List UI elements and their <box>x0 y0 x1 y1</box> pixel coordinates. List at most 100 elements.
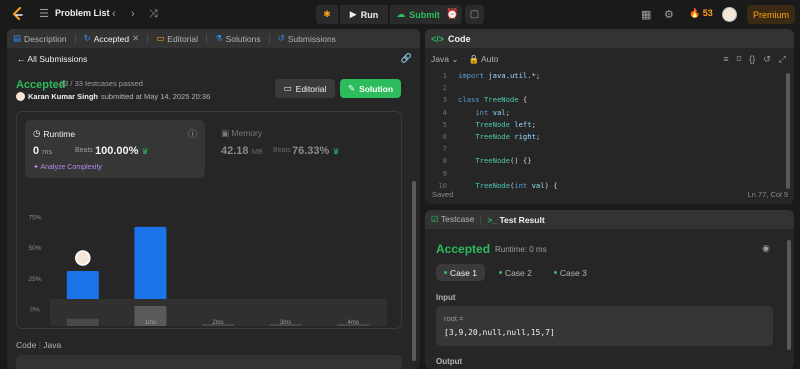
tab-testcase[interactable]: ☑ Testcase <box>431 214 474 225</box>
tab-accepted[interactable]: ↻ Accepted ✕ <box>84 33 140 44</box>
language-select[interactable]: Java ⌄ <box>431 54 458 65</box>
cursor-position: Ln 77, Col 9 <box>747 190 788 199</box>
debug-button[interactable]: ✱ <box>316 5 338 24</box>
avatar[interactable] <box>16 92 25 101</box>
code-section-label: Code | Java <box>16 340 61 350</box>
tab-label: Testcase <box>440 214 475 224</box>
user-avatar-marker <box>75 250 91 266</box>
shuffle-icon[interactable]: ⤨ <box>149 7 158 21</box>
left-tab-bar: ▤ Description ↻ Accepted ✕ ▭ Editorial ⚗ Solu… <box>7 29 420 48</box>
braces-icon[interactable]: {} <box>749 54 755 65</box>
eye-icon[interactable]: ◉ <box>762 243 770 254</box>
line-number: 8 <box>442 156 447 166</box>
line-number: 6 <box>442 131 447 141</box>
timer-button[interactable]: ⏰ <box>443 5 462 24</box>
tab-submissions[interactable]: ↺ Submissions <box>278 33 336 44</box>
layout-grid-icon[interactable]: ▦ <box>641 8 651 21</box>
editor-scrollbar[interactable] <box>786 73 790 189</box>
tab-description[interactable]: ▤ Description <box>13 33 67 44</box>
editorial-button[interactable]: ▭ Editorial <box>275 79 335 98</box>
submitter-row: Karan Kumar Singh submitted at May 14, 2… <box>16 92 210 101</box>
code-line: 3 class TreeNode { <box>425 95 785 107</box>
chevron-down-icon: ⌄ <box>451 54 459 64</box>
streak-count: 53 <box>702 8 713 18</box>
performance-stats: ◷ Runtime 0 ms Beats 100.00% ♛ ✦ Analyze … <box>16 111 402 329</box>
solution-button[interactable]: ✎ Solution <box>340 79 401 98</box>
line-text: int val; <box>475 107 510 117</box>
tab-test-result[interactable]: >_ Test Result <box>487 215 544 225</box>
lock-icon: 🔒 <box>468 54 480 64</box>
edit-icon: ✎ <box>347 83 356 93</box>
bookmark-icon[interactable]: ⌑ <box>737 54 742 65</box>
streak-counter[interactable]: 🔥 53 <box>689 8 713 19</box>
all-submissions-link[interactable]: ← All Submissions <box>17 54 87 64</box>
close-icon[interactable]: ✕ <box>132 33 139 44</box>
expand-icon[interactable]: ⤢ <box>779 54 786 65</box>
line-text: TreeNode left; <box>475 119 536 129</box>
tab-solutions[interactable]: ⚗ Solutions <box>215 33 261 44</box>
tab-editorial[interactable]: ▭ Editorial <box>156 33 198 44</box>
problem-list-link[interactable]: Problem List <box>55 8 110 18</box>
line-text: import java.util.*; <box>458 71 541 80</box>
gear-icon[interactable]: ⚙ <box>664 8 674 21</box>
case-label: Case 2 <box>504 267 532 278</box>
tab-label: Accepted <box>93 33 130 44</box>
code-line: 10 TreeNode(int val) { <box>425 181 785 193</box>
input-label: Input <box>436 293 456 302</box>
code-icon: </> <box>431 33 445 44</box>
case-tab-1[interactable]: Case 1 <box>436 264 485 281</box>
case-label: Case 1 <box>450 267 477 278</box>
line-text: TreeNode right; <box>475 131 541 141</box>
checkbox-icon: ☑ <box>431 214 439 224</box>
notes-button[interactable]: ▢ <box>465 5 484 24</box>
alarm-icon: ⏰ <box>446 9 459 20</box>
code-title: Code <box>448 33 471 44</box>
test-result-panel: ☑ Testcase >_ Test Result Accepted Runti… <box>425 210 794 369</box>
solution-label: Solution <box>359 83 394 94</box>
chevron-right-icon[interactable]: › <box>131 7 135 21</box>
result-scrollbar[interactable] <box>787 240 791 350</box>
scrollbar[interactable] <box>412 181 416 361</box>
link-icon[interactable]: 🔗 <box>401 53 412 64</box>
terminal-icon: >_ <box>487 214 498 225</box>
code-lang: Java <box>43 340 62 350</box>
premium-button[interactable]: Premium <box>747 5 795 24</box>
runtime-distribution-chart: 75%50%25%0%1ms2ms3ms4ms1ms2ms3ms4ms <box>28 215 387 326</box>
code-line: 8 TreeNode() {} <box>425 156 785 168</box>
code-line: 4 int val; <box>425 108 785 120</box>
code-line: 1 import java.util.*; <box>425 71 785 83</box>
note-icon: ▢ <box>469 9 480 20</box>
language-row: Java ⌄ 🔒 Auto <box>431 54 498 65</box>
book-icon: ▭ <box>156 33 165 43</box>
chevron-left-icon[interactable]: ‹ <box>112 7 116 21</box>
submitter-name[interactable]: Karan Kumar Singh <box>28 92 98 101</box>
description-icon: ▤ <box>13 33 22 43</box>
reset-icon[interactable]: ↺ <box>763 54 771 65</box>
auto-mode-toggle[interactable]: 🔒 Auto <box>468 54 498 65</box>
run-button[interactable]: ▶ Run <box>340 5 388 24</box>
overview-tick-label: 2ms <box>212 320 223 326</box>
code-line: 9 <box>425 169 785 181</box>
case-label: Case 3 <box>559 267 587 278</box>
tab-divider <box>206 33 208 44</box>
leetcode-logo-icon[interactable] <box>11 7 25 21</box>
tab-divider <box>147 33 149 44</box>
output-label: Output <box>436 357 463 366</box>
case-tab-2[interactable]: Case 2 <box>491 264 540 281</box>
format-icon[interactable]: ≡ <box>723 54 728 65</box>
overview-tick-label: 4ms <box>348 320 359 326</box>
case-tab-3[interactable]: Case 3 <box>546 264 595 281</box>
run-label: Run <box>360 9 379 20</box>
code-line: 5 TreeNode left; <box>425 120 785 132</box>
submitted-at: submitted at May 14, 2025 20:36 <box>101 92 211 101</box>
tab-label: Description <box>24 33 67 44</box>
code-lines[interactable]: 1 import java.util.*; 2 3 class TreeNode {4 … <box>425 71 785 193</box>
test-runtime: Runtime: 0 ms <box>495 245 547 254</box>
user-avatar[interactable] <box>722 7 737 22</box>
pass-dot <box>553 271 557 274</box>
problem-list-icon[interactable]: ☰ <box>39 7 49 21</box>
code-editor-panel: </> Code Java ⌄ 🔒 Auto ≡ ⌑ {} ↺ ⤢ 1 import… <box>425 29 794 204</box>
bug-icon: ✱ <box>323 9 331 19</box>
submit-button[interactable]: ☁ Submit <box>390 5 446 24</box>
code-header: </> Code <box>425 29 794 48</box>
